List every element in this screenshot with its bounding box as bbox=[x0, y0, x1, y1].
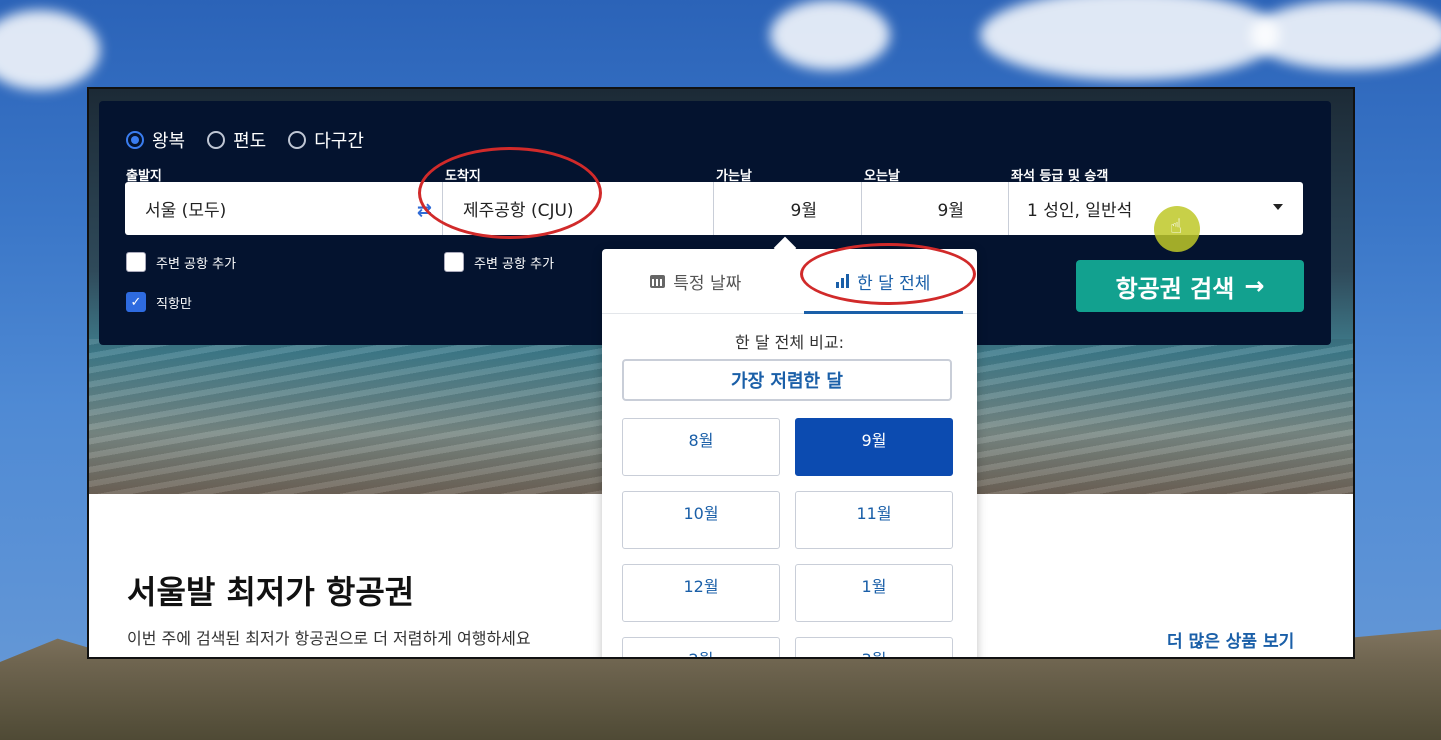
return-date-input[interactable]: 9월 bbox=[862, 182, 1009, 235]
section-subtitle: 이번 주에 검색된 최저가 항공권으로 더 저렴하게 여행하세요 bbox=[127, 629, 531, 648]
cloud bbox=[770, 0, 890, 70]
radio-empty-icon bbox=[207, 131, 226, 149]
month-option[interactable]: 12월 bbox=[622, 564, 780, 622]
nearby-origin-checkbox[interactable]: 주변 공항 추가 bbox=[126, 252, 236, 272]
checkbox-label: 주변 공항 추가 bbox=[474, 256, 555, 272]
checkbox-label: 직항만 bbox=[156, 296, 192, 312]
tab-label: 특정 날짜 bbox=[673, 273, 742, 294]
search-fields-row: 서울 (모두) ⇄ 제주공항 (CJU) 9월 9월 1 성인, 일반석 bbox=[125, 182, 1303, 235]
cloud bbox=[0, 10, 100, 90]
checkbox-empty-icon bbox=[444, 252, 464, 272]
checkbox-label: 주변 공항 추가 bbox=[156, 256, 237, 272]
month-option[interactable]: 2월 bbox=[622, 637, 780, 657]
month-picker-popup: 특정 날짜 한 달 전체 한 달 전체 비교: 가장 저렴한 달 8월 9월 1… bbox=[602, 249, 977, 657]
radio-one-way[interactable]: 편도 bbox=[207, 127, 266, 153]
more-deals-link[interactable]: 더 많은 상품 보기 bbox=[1167, 627, 1294, 652]
browser-window: 왕복 편도 다구간 출발지 도착지 가는날 오는날 좌석 등급 및 승객 서울 … bbox=[87, 87, 1355, 659]
depart-date-input[interactable]: 9월 bbox=[714, 182, 862, 235]
month-option[interactable]: 3월 bbox=[795, 637, 953, 657]
annotation-ellipse-month-tab bbox=[800, 243, 976, 305]
hand-cursor-icon: ☝ bbox=[1170, 214, 1183, 238]
depart-value: 9월 bbox=[790, 201, 817, 221]
origin-input[interactable]: 서울 (모두) ⇄ bbox=[125, 182, 443, 235]
search-button-label: 항공권 검색 bbox=[1115, 274, 1235, 303]
cabin-value: 1 성인, 일반석 bbox=[1027, 201, 1133, 221]
nearby-destination-checkbox[interactable]: 주변 공항 추가 bbox=[444, 252, 554, 272]
radio-label: 편도 bbox=[233, 131, 267, 152]
month-option[interactable]: 10월 bbox=[622, 491, 780, 549]
cheapest-month-button[interactable]: 가장 저렴한 달 bbox=[622, 359, 952, 401]
annotation-ellipse-destination bbox=[418, 147, 602, 239]
arrow-right-icon: → bbox=[1244, 272, 1265, 300]
month-option-selected[interactable]: 9월 bbox=[795, 418, 953, 476]
checkmark-icon: ✓ bbox=[126, 292, 146, 312]
section-title: 서울발 최저가 항공권 bbox=[127, 573, 415, 611]
checkbox-empty-icon bbox=[126, 252, 146, 272]
return-value: 9월 bbox=[937, 201, 964, 221]
cloud bbox=[1250, 0, 1441, 70]
tab-specific-date[interactable]: 특정 날짜 bbox=[602, 249, 790, 313]
radio-multi-city[interactable]: 다구간 bbox=[288, 127, 364, 153]
direct-only-checkbox[interactable]: ✓ 직항만 bbox=[126, 292, 192, 312]
radio-label: 왕복 bbox=[152, 131, 186, 152]
trip-type-group: 왕복 편도 다구간 bbox=[126, 127, 364, 153]
month-option[interactable]: 8월 bbox=[622, 418, 780, 476]
radio-label: 다구간 bbox=[314, 131, 364, 152]
radio-empty-icon bbox=[288, 131, 307, 149]
month-option[interactable]: 1월 bbox=[795, 564, 953, 622]
chevron-down-icon bbox=[1273, 204, 1283, 210]
radio-round-trip[interactable]: 왕복 bbox=[126, 127, 185, 153]
month-option[interactable]: 11월 bbox=[795, 491, 953, 549]
compare-label: 한 달 전체 비교: bbox=[735, 333, 844, 352]
search-flights-button[interactable]: 항공권 검색 → bbox=[1076, 260, 1304, 312]
origin-value: 서울 (모두) bbox=[145, 201, 227, 221]
calendar-icon bbox=[650, 274, 666, 288]
cloud bbox=[980, 0, 1280, 80]
radio-selected-icon bbox=[126, 131, 144, 149]
